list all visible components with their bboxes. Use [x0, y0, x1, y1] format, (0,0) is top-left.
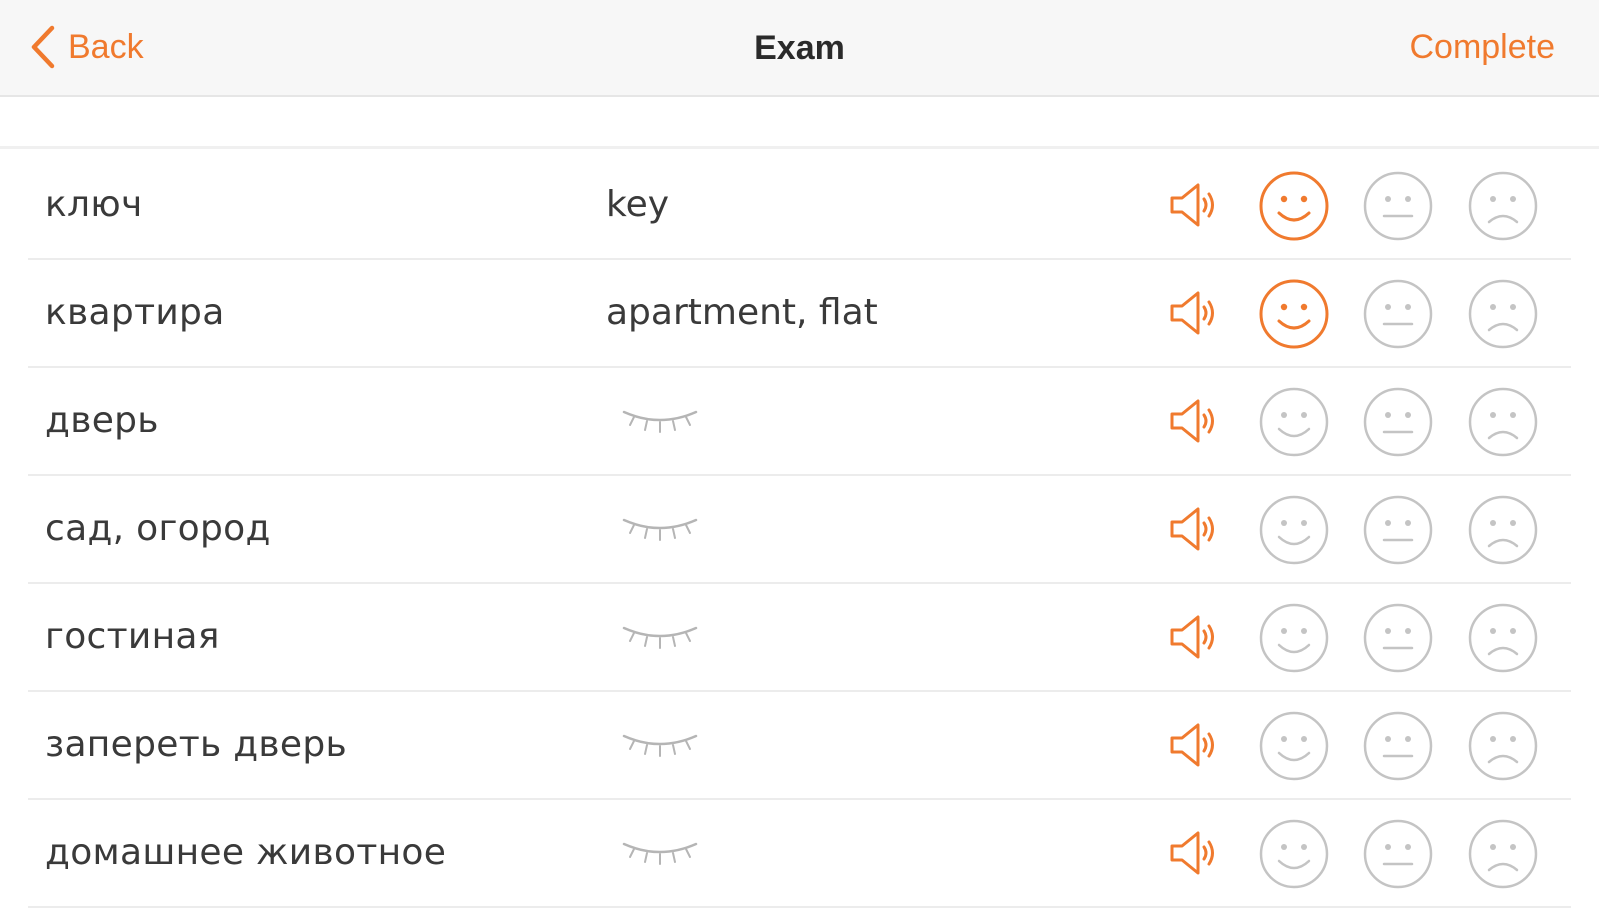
back-button[interactable]: Back: [30, 22, 144, 72]
neutral-face-icon[interactable]: [1362, 386, 1434, 458]
word-list: ключ key квартира apartment, flat дверь …: [0, 152, 1599, 908]
translation-label[interactable]: key: [606, 152, 669, 258]
word-label: ключ: [45, 184, 143, 225]
sad-face-icon[interactable]: [1467, 386, 1539, 458]
closed-eye-icon[interactable]: [620, 622, 700, 652]
navigation-bar: Back Exam Complete: [0, 0, 1599, 97]
speaker-icon[interactable]: [1166, 502, 1222, 556]
list-item: дверь: [0, 368, 1599, 476]
list-item: гостиная: [0, 584, 1599, 692]
speaker-icon[interactable]: [1166, 178, 1222, 232]
neutral-face-icon[interactable]: [1362, 818, 1434, 890]
speaker-icon[interactable]: [1166, 718, 1222, 772]
word-label: сад, огород: [45, 508, 271, 549]
happy-face-icon[interactable]: [1258, 602, 1330, 674]
neutral-face-icon[interactable]: [1362, 278, 1434, 350]
speaker-icon[interactable]: [1166, 610, 1222, 664]
page-title: Exam: [754, 29, 845, 67]
speaker-icon[interactable]: [1166, 826, 1222, 880]
word-label: квартира: [45, 292, 225, 333]
neutral-face-icon[interactable]: [1362, 494, 1434, 566]
neutral-face-icon[interactable]: [1362, 710, 1434, 782]
happy-face-icon[interactable]: [1258, 386, 1330, 458]
complete-button[interactable]: Complete: [1409, 22, 1555, 72]
sad-face-icon[interactable]: [1467, 494, 1539, 566]
speaker-icon[interactable]: [1166, 286, 1222, 340]
neutral-face-icon[interactable]: [1362, 170, 1434, 242]
sad-face-icon[interactable]: [1467, 710, 1539, 782]
list-item: ключ key: [0, 152, 1599, 260]
neutral-face-icon[interactable]: [1362, 602, 1434, 674]
chevron-left-icon: [31, 25, 55, 69]
word-label: домашнее животное: [45, 832, 447, 873]
translation-label[interactable]: apartment, flat: [606, 260, 878, 366]
speaker-icon[interactable]: [1166, 394, 1222, 448]
sad-face-icon[interactable]: [1467, 170, 1539, 242]
happy-face-icon[interactable]: [1258, 818, 1330, 890]
closed-eye-icon[interactable]: [620, 838, 700, 868]
list-item: сад, огород: [0, 476, 1599, 584]
happy-face-icon[interactable]: [1258, 170, 1330, 242]
closed-eye-icon[interactable]: [620, 514, 700, 544]
closed-eye-icon[interactable]: [620, 730, 700, 760]
section-spacer: [0, 97, 1599, 149]
sad-face-icon[interactable]: [1467, 818, 1539, 890]
happy-face-icon[interactable]: [1258, 494, 1330, 566]
happy-face-icon[interactable]: [1258, 278, 1330, 350]
list-item: квартира apartment, flat: [0, 260, 1599, 368]
list-item: запереть дверь: [0, 692, 1599, 800]
list-item: домашнее животное: [0, 800, 1599, 908]
happy-face-icon[interactable]: [1258, 710, 1330, 782]
word-label: дверь: [45, 400, 159, 441]
closed-eye-icon[interactable]: [620, 406, 700, 436]
sad-face-icon[interactable]: [1467, 602, 1539, 674]
sad-face-icon[interactable]: [1467, 278, 1539, 350]
word-label: запереть дверь: [45, 724, 348, 765]
word-label: гостиная: [45, 616, 220, 657]
back-label: Back: [68, 27, 144, 66]
